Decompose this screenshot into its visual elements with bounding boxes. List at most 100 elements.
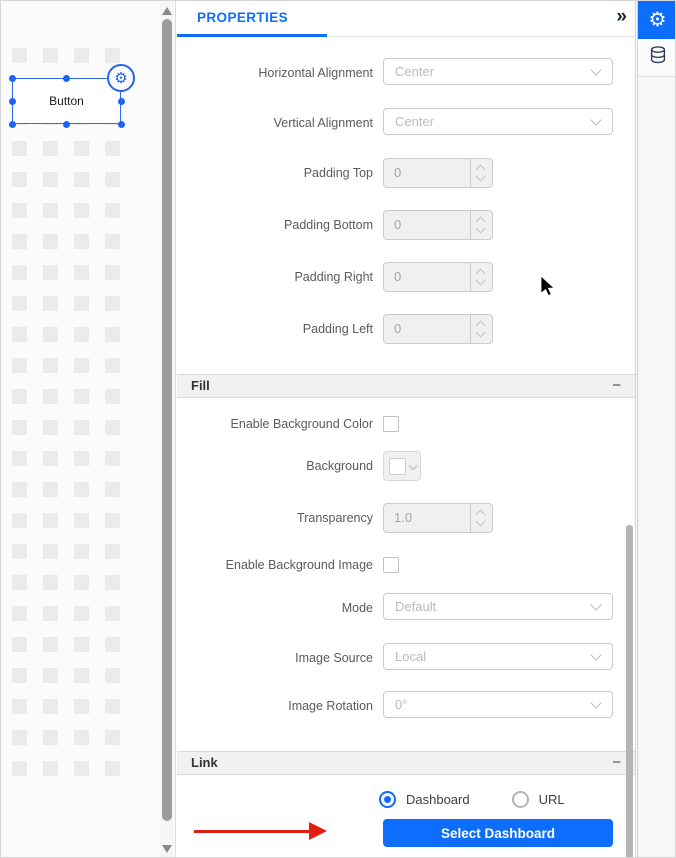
grid-cell xyxy=(12,420,27,435)
grid-cell xyxy=(43,637,58,652)
grid-cell xyxy=(12,482,27,497)
grid-cell xyxy=(43,234,58,249)
scrollbar-thumb[interactable] xyxy=(162,19,172,821)
background-color-picker[interactable] xyxy=(383,451,421,481)
grid-cell xyxy=(74,296,89,311)
spinner-buttons[interactable] xyxy=(470,263,492,291)
grid-cell xyxy=(43,327,58,342)
horizontal-alignment-select[interactable]: Center xyxy=(383,58,613,85)
grid-cell xyxy=(12,451,27,466)
grid-cell xyxy=(12,265,27,280)
grid-cell xyxy=(74,637,89,652)
select-value: Local xyxy=(395,649,427,664)
image-rotation-select[interactable]: 0° xyxy=(383,691,613,718)
design-canvas[interactable]: Button ⚙ xyxy=(1,1,176,857)
grid-cell xyxy=(105,389,120,404)
resize-handle-right-mid[interactable] xyxy=(117,97,125,105)
spinner-value: 0 xyxy=(394,269,402,284)
mode-select[interactable]: Default xyxy=(383,593,613,620)
grid-cell xyxy=(105,513,120,528)
url-radio[interactable] xyxy=(511,790,529,808)
panel-scrollbar-thumb[interactable] xyxy=(626,525,633,857)
select-dashboard-button[interactable]: Select Dashboard xyxy=(383,819,613,847)
resize-handle-top-left[interactable] xyxy=(8,74,16,82)
side-toolbar: ⚙ xyxy=(637,1,675,857)
chevron-down-icon xyxy=(590,64,602,76)
section-title: Fill xyxy=(191,378,210,393)
resize-handle-left-mid[interactable] xyxy=(8,97,16,105)
spinner-value: 1.0 xyxy=(394,510,413,525)
grid-cell xyxy=(43,48,58,63)
grid-cell xyxy=(43,389,58,404)
field-row: Padding Bottom 0 xyxy=(177,210,635,240)
enable-background-image-checkbox[interactable] xyxy=(383,557,399,573)
grid-cell xyxy=(74,358,89,373)
grid-cell xyxy=(74,575,89,590)
padding-top-spinner[interactable]: 0 xyxy=(383,158,493,188)
button-widget[interactable]: Button xyxy=(12,78,121,124)
resize-handle-bottom-mid[interactable] xyxy=(63,120,70,128)
toolbar-data-button[interactable] xyxy=(638,39,675,77)
resize-handle-bottom-right[interactable] xyxy=(117,120,125,128)
canvas-scrollbar[interactable] xyxy=(160,1,174,857)
vertical-alignment-select[interactable]: Center xyxy=(383,108,613,135)
collapse-panel-icon[interactable]: » xyxy=(616,6,627,28)
grid-cell xyxy=(74,265,89,280)
spinner-buttons[interactable] xyxy=(470,211,492,239)
field-row: Enable Background Color xyxy=(177,416,635,432)
dashboard-radio[interactable] xyxy=(379,790,396,808)
select-value: Center xyxy=(395,114,435,129)
spinner-buttons[interactable] xyxy=(470,504,492,532)
grid-cell xyxy=(74,544,89,559)
widget-settings-button[interactable]: ⚙ xyxy=(107,64,135,92)
grid-cell xyxy=(74,730,89,745)
image-source-select[interactable]: Local xyxy=(383,643,613,670)
padding-bottom-spinner[interactable]: 0 xyxy=(383,210,493,240)
padding-left-spinner[interactable]: 0 xyxy=(383,314,493,344)
grid-cell xyxy=(74,420,89,435)
grid-cell xyxy=(43,296,58,311)
fill-section-header[interactable]: Fill − xyxy=(177,374,635,398)
resize-handle-bottom-left[interactable] xyxy=(8,120,16,128)
transparency-spinner[interactable]: 1.0 xyxy=(383,503,493,533)
grid-cell xyxy=(43,203,58,218)
grid-cell xyxy=(105,172,120,187)
field-label: Transparency xyxy=(297,511,373,525)
chevron-down-icon xyxy=(590,599,602,611)
padding-right-spinner[interactable]: 0 xyxy=(383,262,493,292)
button-widget-label: Button xyxy=(49,94,84,108)
chevron-down-icon xyxy=(408,461,418,471)
annotation-arrow-line xyxy=(194,830,310,833)
collapse-section-icon[interactable]: − xyxy=(612,375,621,397)
field-row: Padding Right 0 xyxy=(177,262,635,292)
grid-cell xyxy=(12,606,27,621)
enable-background-color-checkbox[interactable] xyxy=(383,416,399,432)
spinner-buttons[interactable] xyxy=(470,315,492,343)
grid-cell xyxy=(105,761,120,776)
grid-cell xyxy=(74,606,89,621)
grid-cell xyxy=(12,761,27,776)
toolbar-properties-button[interactable]: ⚙ xyxy=(638,1,675,39)
collapse-section-icon[interactable]: − xyxy=(612,752,621,774)
scroll-up-arrow[interactable] xyxy=(162,7,172,15)
grid-cell xyxy=(105,234,120,249)
grid-cell xyxy=(105,265,120,280)
spin-down-icon xyxy=(475,171,486,182)
grid-cell xyxy=(105,482,120,497)
scroll-down-arrow[interactable] xyxy=(162,845,172,853)
grid-cell xyxy=(105,420,120,435)
resize-handle-top-mid[interactable] xyxy=(63,74,70,82)
spinner-value: 0 xyxy=(394,321,402,336)
spin-down-icon xyxy=(475,327,486,338)
spinner-buttons[interactable] xyxy=(470,159,492,187)
grid-cell xyxy=(105,668,120,683)
select-value: Default xyxy=(395,599,437,614)
grid-cell xyxy=(43,482,58,497)
field-row: Enable Background Image xyxy=(177,557,635,573)
link-section-header[interactable]: Link − xyxy=(177,751,635,775)
grid-cell xyxy=(12,637,27,652)
active-tab-underline xyxy=(177,34,327,37)
grid-cell xyxy=(74,234,89,249)
grid-cell xyxy=(105,606,120,621)
spinner-value: 0 xyxy=(394,217,402,232)
